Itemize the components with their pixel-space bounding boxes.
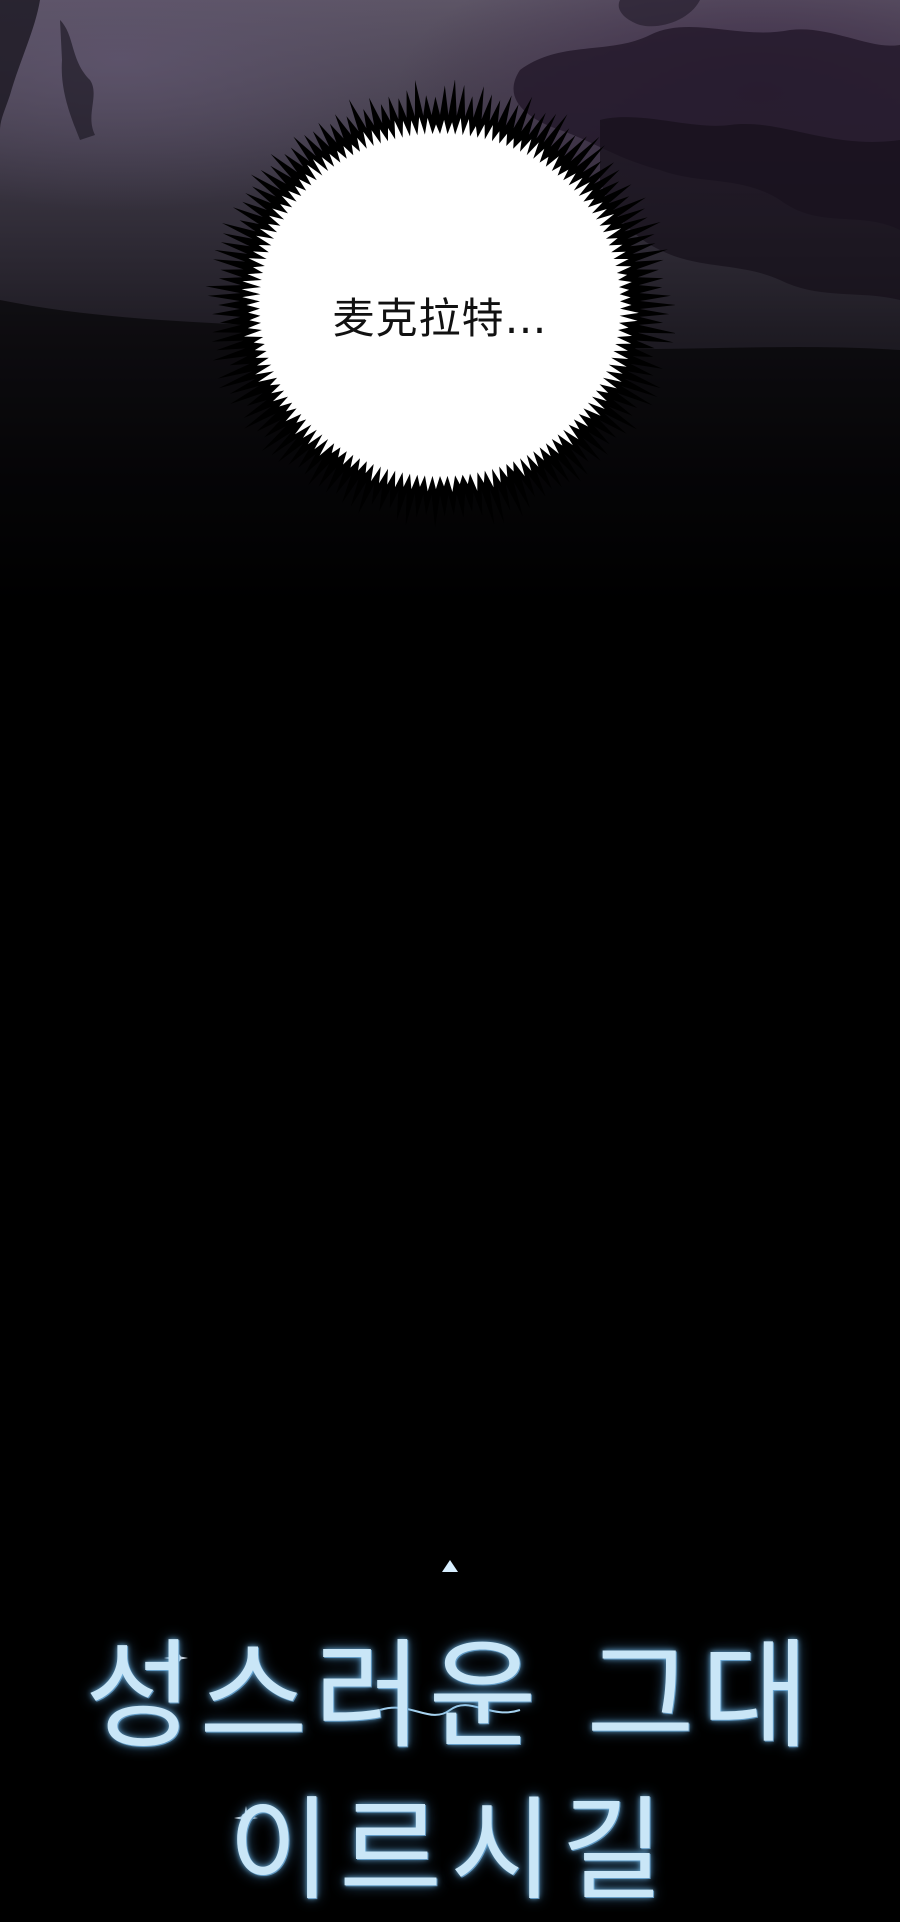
- comic-panel: 麦克拉特… 성스러운 그대 이르시길: [0, 0, 900, 1916]
- logo-title-line-1: 성스러운 그대: [84, 1627, 816, 1765]
- speech-burst: 麦克拉特…: [205, 80, 675, 530]
- series-logo: 성스러운 그대 이르시길: [80, 1560, 820, 1916]
- logo-title-line-2: 이르시길: [227, 1786, 673, 1916]
- speech-text: 麦克拉特…: [332, 294, 548, 343]
